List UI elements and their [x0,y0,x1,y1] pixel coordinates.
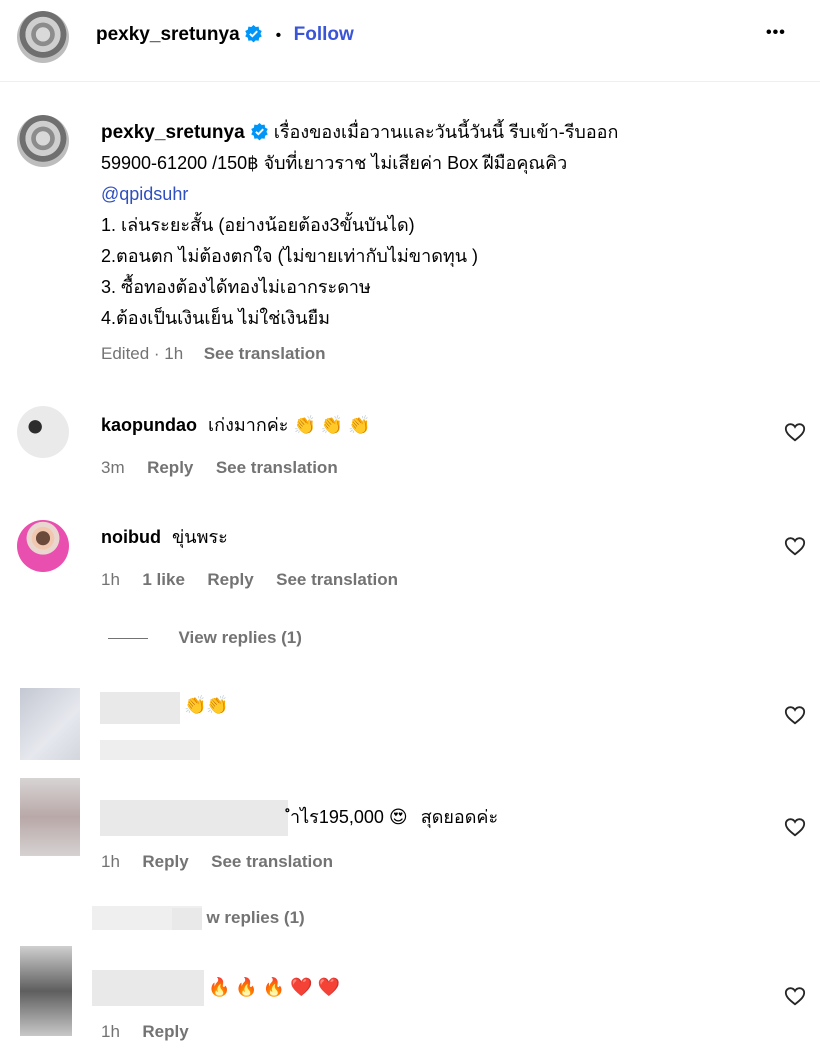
caption-line-2: 59900-61200 /150฿ จับที่เยาวราช ไม่เสียค… [101,153,568,173]
caption-avatar[interactable] [17,115,69,167]
blurred-actions [100,740,200,760]
view-replies-label: w replies (1) [206,908,305,928]
comment-time: 1h [101,570,120,589]
caption-line-4: 1. เล่นระยะสั้น (อย่างน้อยต้อง3ขั้นบันได… [101,215,415,235]
like-heart-icon[interactable] [784,816,806,838]
post-header: pexky_sretunya • Follow ••• [0,0,820,82]
author-username[interactable]: pexky_sretunya [96,24,240,45]
comment-username[interactable]: noibud [101,527,161,547]
comment-avatar[interactable] [17,520,69,572]
comment-username[interactable]: kaopundao [101,415,197,435]
comment-actions: 1h 1 like Reply See translation [101,570,398,590]
caption-username[interactable]: pexky_sretunya [101,122,245,143]
caption-line-7: 4.ต้องเป็นเงินเย็น ไม่ใช่เงินยืม [101,308,331,328]
reply-button[interactable]: Reply [142,852,188,871]
see-translation-button[interactable]: See translation [204,344,326,363]
caption-line-5: 2.ตอนตก ไม่ต้องตกใจ (ไม่ขายเท่ากับไม่ขาด… [101,246,479,266]
author-avatar[interactable] [17,11,69,63]
see-translation-button[interactable]: See translation [276,570,398,589]
caption-text: เรื่องของเมื่อวานและวันนี้วันนี้ รีบเข้า… [273,122,619,142]
reply-button[interactable]: Reply [142,1022,188,1041]
caption-line-1: pexky_sretunya เรื่องของเมื่อวานและวันนี… [101,117,618,148]
see-translation-button[interactable]: See translation [216,458,338,477]
heart-eyes-emoji: 😍 [388,807,408,827]
blurred-avatar [20,778,80,856]
caption-meta: Edited · 1h See translation [101,344,326,364]
blurred-username [100,800,288,836]
comment-avatar[interactable] [17,406,69,458]
caption-mention-link[interactable]: @qpidsuhr [101,179,188,210]
comment-time: 1h [101,852,120,871]
comment-actions: 1h Reply [101,1022,189,1042]
comment-text: ำไร195,000 [290,807,384,827]
comment-noibud: noibud ขุ่นพระ [101,522,228,553]
see-translation-button[interactable]: See translation [211,852,333,871]
likes-count[interactable]: 1 like [142,570,185,589]
more-options-icon[interactable]: ••• [766,24,786,42]
verified-badge-icon [250,122,268,141]
comment-time: 3m [101,458,125,477]
comment-emoji: 👏👏 [184,695,229,715]
comment-text: เก่งมากค่ะ [208,415,289,435]
clap-emoji: 👏 👏 👏 [293,415,371,435]
follow-button[interactable]: Follow [294,24,354,45]
comment-text-2: สุดยอดค่ะ [420,807,499,827]
comment-kaopundao: kaopundao เก่งมากค่ะ 👏 👏 👏 [101,410,371,441]
like-heart-icon[interactable] [784,985,806,1007]
verified-badge-icon [245,24,262,43]
comment-actions: 3m Reply See translation [101,458,338,478]
blurred-username [92,970,204,1006]
comment-text-partial: ำไร195,000 😍 สุดยอดค่ะ [290,802,498,833]
view-replies-label: View replies (1) [178,628,302,647]
comment-text: ขุ่นพระ [172,527,228,547]
blurred-avatar [20,946,72,1036]
caption-line-6: 3. ซื้อทองต้องได้ทองไม่เอากระดาษ [101,277,371,297]
dot-separator: • [275,27,282,44]
blurred-username [100,692,180,724]
view-replies-button[interactable]: View replies (1) [108,628,302,648]
comment-time: 1h [101,1022,120,1041]
comment-emoji: 🔥 🔥 🔥 ❤️ ❤️ [208,977,341,997]
reply-button[interactable]: Reply [147,458,193,477]
blur-fragment [172,908,202,930]
reply-button[interactable]: Reply [207,570,253,589]
header-user: pexky_sretunya • Follow [96,24,354,46]
like-heart-icon[interactable] [784,421,806,443]
like-heart-icon[interactable] [784,704,806,726]
blurred-avatar [20,688,80,760]
like-heart-icon[interactable] [784,535,806,557]
comment-actions: 1h Reply See translation [101,852,333,872]
view-replies-button[interactable]: w replies (1) [172,908,305,930]
caption-time: Edited · 1h [101,344,184,363]
replies-divider [108,638,148,640]
